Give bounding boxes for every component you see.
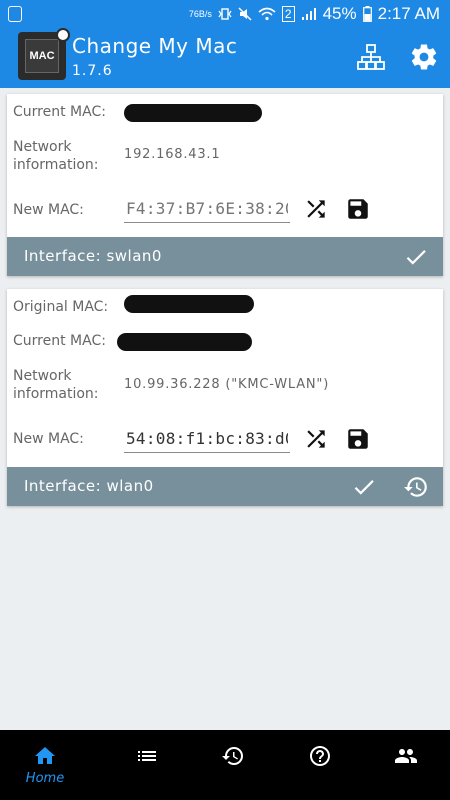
interface-label: Interface: wlan0: [24, 477, 154, 495]
new-mac-label: New MAC:: [13, 202, 84, 218]
redacted-original-mac: [124, 295, 254, 313]
check-icon[interactable]: [403, 244, 429, 270]
clock: 2:17 AM: [377, 4, 440, 23]
logo-chip: MAC: [25, 39, 59, 73]
shuffle-icon[interactable]: [303, 426, 329, 452]
mute-icon: [238, 7, 252, 21]
current-mac-label: Current MAC:: [13, 333, 106, 349]
battery-percent: 45%: [322, 4, 357, 23]
bottom-nav: Home: [0, 730, 450, 800]
sim-badge: 2: [281, 6, 295, 22]
nav-item-help[interactable]: [275, 730, 365, 800]
network-info-label: Network information:: [13, 139, 99, 173]
save-icon[interactable]: [345, 426, 371, 452]
home-icon: [35, 747, 55, 764]
new-mac-input[interactable]: [124, 425, 290, 453]
app-title: Change My Mac: [72, 34, 238, 58]
check-icon[interactable]: [351, 474, 377, 500]
nav-label-home: Home: [25, 771, 65, 786]
current-mac-label: Current MAC:: [13, 104, 106, 120]
vibrate-icon: [218, 8, 232, 20]
nav-item-list[interactable]: [102, 730, 192, 800]
new-mac-label: New MAC:: [13, 431, 84, 447]
list-icon: [138, 751, 156, 761]
new-mac-input[interactable]: [124, 195, 290, 223]
notification-icon: [8, 6, 22, 22]
interface-card-swlan0: Current MAC: Network information: 192.16…: [7, 94, 443, 276]
wifi-icon: [258, 7, 276, 21]
save-icon[interactable]: [345, 196, 371, 222]
interface-bar: Interface: swlan0: [7, 237, 443, 276]
redacted-mac: [124, 104, 262, 122]
restore-icon[interactable]: [403, 474, 429, 500]
shuffle-icon[interactable]: [303, 196, 329, 222]
interface-label: Interface: swlan0: [24, 247, 162, 265]
interface-bar: Interface: wlan0: [7, 467, 443, 506]
signal-icon: [301, 8, 316, 20]
settings-icon[interactable]: [409, 42, 439, 72]
interface-card-wlan0: Original MAC: Current MAC: Network infor…: [7, 289, 443, 506]
status-bar: 76B/s 2 45% 2:17 AM: [0, 0, 450, 28]
people-icon: [395, 749, 417, 763]
app-version: 1.7.6: [72, 63, 113, 79]
help-icon: [310, 746, 330, 766]
original-mac-label: Original MAC:: [13, 299, 109, 315]
battery-icon: [362, 6, 372, 22]
network-info-label: Network information:: [13, 368, 99, 402]
nav-item-home[interactable]: Home: [0, 730, 90, 800]
nav-item-people[interactable]: [360, 730, 450, 800]
app-bar: MAC Change My Mac 1.7.6: [0, 28, 450, 88]
network-icon[interactable]: [356, 42, 386, 72]
redacted-current-mac: [117, 333, 252, 351]
app-logo: MAC: [18, 28, 70, 80]
status-icons: 76B/s 2 45% 2:17 AM: [189, 4, 440, 24]
network-info-value: 192.168.43.1: [124, 147, 221, 162]
network-info-value: 10.99.36.228 ("KMC-WLAN"): [124, 377, 330, 392]
history-icon: [222, 747, 243, 765]
network-speed: 76B/s: [188, 8, 212, 19]
nav-item-history[interactable]: [188, 730, 278, 800]
logo-badge-icon: [56, 28, 70, 42]
